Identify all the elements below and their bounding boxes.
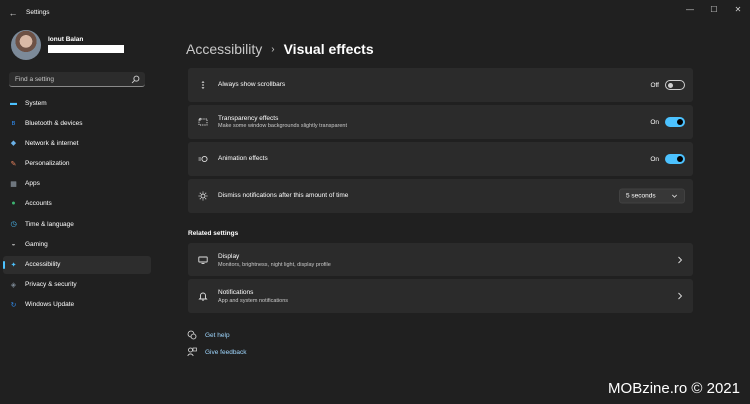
sidebar-item-accessibility[interactable]: ✦ Accessibility: [3, 255, 151, 274]
scrollbars-state: Off: [650, 81, 659, 89]
display-title: Display: [218, 253, 240, 260]
chevron-down-icon: [672, 194, 677, 198]
window-controls: — ☐ ✕: [678, 0, 750, 18]
redacted-email: [48, 45, 124, 53]
sidebar-item-network-internet[interactable]: ◆ Network & internet: [3, 134, 151, 152]
transparency-title: Transparency effects: [218, 115, 279, 122]
animation-icon: [198, 155, 208, 163]
help-chat-icon: [187, 330, 197, 340]
app-title: Settings: [26, 9, 50, 16]
toggle-knob: [677, 119, 683, 125]
animation-title: Animation effects: [218, 155, 268, 162]
setting-transparency: Transparency effects Make some window ba…: [188, 105, 693, 139]
transparency-description: Make some window backgrounds slightly tr…: [218, 123, 348, 129]
sidebar-item-label: Accessibility: [25, 261, 61, 268]
animation-toggle[interactable]: [665, 154, 685, 164]
sidebar-item-bluetooth-devices[interactable]: ʙ Bluetooth & devices: [3, 114, 151, 132]
sidebar-item-label: Personalization: [25, 160, 70, 168]
related-notifications[interactable]: Notifications App and system notificatio…: [188, 279, 693, 313]
notifications-title: Notifications: [218, 289, 254, 296]
sidebar-item-label: Apps: [25, 180, 40, 188]
sidebar-item-label: Time & language: [25, 220, 74, 228]
title-bar: ← Settings — ☐ ✕: [0, 0, 750, 26]
back-arrow-icon[interactable]: ←: [7, 7, 19, 19]
shield-icon: ◈: [10, 281, 17, 289]
minimize-button[interactable]: —: [678, 0, 702, 18]
search-input[interactable]: Find a setting: [9, 72, 145, 87]
sidebar-item-label: Network & internet: [25, 139, 79, 147]
close-button[interactable]: ✕: [726, 0, 750, 18]
bluetooth-icon: ʙ: [11, 119, 16, 127]
sidebar-item-label: System: [25, 99, 47, 107]
give-feedback-link[interactable]: Give feedback: [187, 346, 247, 358]
scrollbars-toggle[interactable]: [665, 80, 685, 90]
dropdown-value: 5 seconds: [626, 192, 656, 200]
sidebar-item-apps[interactable]: ▦ Apps: [3, 175, 151, 193]
sidebar-item-windows-update[interactable]: ↻ Windows Update: [3, 296, 151, 314]
toggle-knob: [668, 82, 673, 88]
setting-animation: Animation effects On: [188, 142, 693, 176]
breadcrumb-parent[interactable]: Accessibility: [186, 41, 262, 57]
sidebar-item-privacy-security[interactable]: ◈ Privacy & security: [3, 276, 151, 294]
search-icon[interactable]: [131, 75, 140, 84]
system-icon: ▬: [10, 99, 17, 107]
gamepad-icon: ◒: [11, 240, 16, 248]
sidebar-item-accounts[interactable]: ● Accounts: [3, 195, 151, 213]
get-help-text[interactable]: Get help: [205, 332, 230, 339]
transparency-state: On: [650, 118, 659, 126]
sidebar-item-label: Accounts: [25, 200, 52, 208]
sidebar-item-label: Gaming: [25, 240, 48, 248]
page-title: Visual effects: [283, 41, 374, 57]
monitor-icon: [198, 256, 208, 264]
notifications-description: App and system notifications: [218, 297, 289, 304]
accessibility-icon: ✦: [10, 261, 17, 269]
user-profile[interactable]: Ionut Balan: [11, 30, 151, 62]
sidebar-item-personalization[interactable]: ✎ Personalization: [3, 155, 151, 173]
setting-notification-timeout: Dismiss notifications after this amount …: [188, 179, 693, 213]
user-name: Ionut Balan: [48, 36, 84, 43]
avatar[interactable]: [11, 30, 41, 60]
toggle-knob: [677, 156, 683, 162]
update-icon: ↻: [10, 301, 17, 309]
scrollbar-icon: [201, 81, 205, 89]
display-description: Monitors, brightness, night light, displ…: [218, 261, 331, 268]
search-placeholder: Find a setting: [15, 75, 55, 83]
apps-icon: ▦: [10, 180, 17, 188]
transparency-toggle[interactable]: [665, 117, 685, 127]
sidebar-item-gaming[interactable]: ◒ Gaming: [3, 235, 151, 253]
sidebar-nav: ▬ System ʙ Bluetooth & devices ◆ Network & in…: [3, 94, 151, 316]
related-display[interactable]: Display Monitors, brightness, night ligh…: [188, 243, 693, 276]
give-feedback-text[interactable]: Give feedback: [205, 349, 247, 356]
brightness-icon: [198, 191, 208, 201]
animation-state: On: [650, 155, 659, 163]
related-settings-heading: Related settings: [188, 230, 239, 237]
maximize-button[interactable]: ☐: [702, 0, 726, 18]
notification-timeout-title: Dismiss notifications after this amount …: [218, 192, 349, 199]
get-help-link[interactable]: Get help: [187, 329, 230, 341]
breadcrumb-separator-icon: ›: [271, 43, 275, 55]
notification-timeout-dropdown[interactable]: 5 seconds: [619, 188, 685, 204]
bell-icon: [198, 292, 208, 301]
sidebar-item-label: Bluetooth & devices: [25, 119, 83, 127]
scrollbars-title: Always show scrollbars: [218, 81, 286, 88]
feedback-icon: [187, 347, 197, 357]
setting-scrollbars: Always show scrollbars Off: [188, 68, 693, 102]
chevron-right-icon: [678, 292, 683, 300]
sidebar-item-time-language[interactable]: ◷ Time & language: [3, 215, 151, 233]
clock-icon: ◷: [10, 221, 17, 229]
network-icon: ◆: [10, 140, 17, 148]
sidebar-item-system[interactable]: ▬ System: [3, 94, 151, 112]
transparency-icon: [198, 117, 208, 126]
sidebar-item-label: Privacy & security: [25, 281, 77, 289]
breadcrumb: Accessibility › Visual effects: [186, 40, 374, 58]
watermark: MOBzine.ro © 2021: [608, 380, 740, 397]
accounts-icon: ●: [11, 200, 16, 208]
chevron-right-icon: [678, 256, 683, 263]
brush-icon: ✎: [10, 160, 17, 168]
sidebar-item-label: Windows Update: [25, 301, 75, 309]
